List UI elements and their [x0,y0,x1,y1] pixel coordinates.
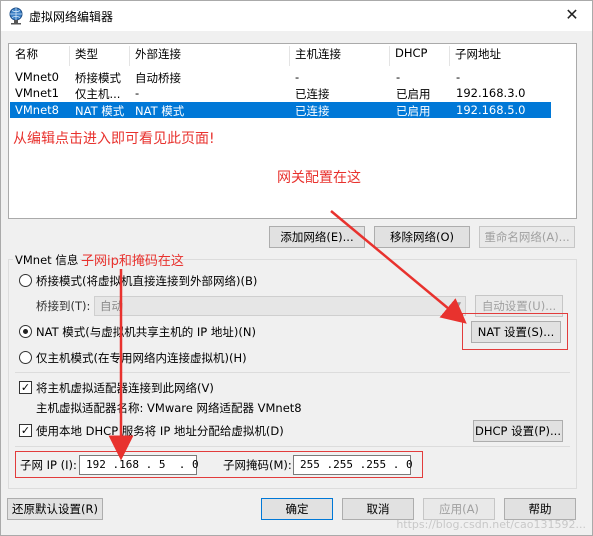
rename-network-button[interactable]: 重命名网络(A)... [479,226,575,248]
column-divider [69,46,70,66]
column-divider [449,46,450,66]
annotation-highlight-nat [462,313,568,350]
bridge-to-label: 桥接到(T): [36,299,91,313]
network-list[interactable]: 名称 类型 外部连接 主机连接 DHCP 子网地址 VMnet0 桥接模式 自动… [8,43,577,219]
annotation-gateway: 网关配置在这 [277,170,361,186]
subnet-ip-input[interactable]: 192 .168 . 5 . 0 [79,455,199,475]
apply-button[interactable]: 应用(A) [423,498,495,520]
row-external: 自动桥接 [135,71,181,85]
row-name: VMnet8 [15,103,59,117]
connect-adapter-checkbox[interactable]: ✓ [19,381,32,394]
column-header-name[interactable]: 名称 [15,46,38,62]
dhcp-settings-button[interactable]: DHCP 设置(P)... [473,420,563,442]
subnet-mask-label: 子网掩码(M): [223,458,292,472]
host-only-label[interactable]: 仅主机模式(在专用网络内连接虚拟机)(H) [36,350,247,366]
title-bar: 虚拟网络编辑器 ✕ [1,1,592,31]
bridge-to-value: 自动 [100,299,123,313]
bridge-mode-label[interactable]: 桥接模式(将虚拟机直接连接到外部网络)(B) [36,273,257,289]
use-dhcp-label[interactable]: 使用本地 DHCP 服务将 IP 地址分配给虚拟机(D) [36,423,284,439]
annotation-subnet-mask: 子网ip和掩码在这 [81,254,184,269]
connect-adapter-label[interactable]: 将主机虚拟适配器连接到此网络(V) [36,380,214,396]
column-header-host[interactable]: 主机连接 [295,46,341,62]
close-button[interactable]: ✕ [558,3,586,27]
watermark: https://blog.csdn.net/cao131592... [396,518,586,531]
row-dhcp: 已启用 [396,104,431,118]
nat-mode-radio[interactable] [19,325,32,338]
chevron-down-icon: ▼ [454,301,461,311]
close-icon: ✕ [565,5,579,24]
column-header-type[interactable]: 类型 [75,46,98,62]
vmnet-info-label: VMnet 信息 [13,252,81,268]
row-type: 桥接模式 [75,71,121,85]
divider [15,372,570,373]
subnet-mask-input[interactable]: 255 .255 .255 . 0 [293,455,413,475]
row-type: NAT 模式 [75,104,125,118]
table-row[interactable]: VMnet1 仅主机... - 已连接 已启用 192.168.3.0 [10,85,551,101]
row-subnet: - [456,70,461,84]
column-divider [129,46,130,66]
row-external: - [135,86,140,100]
column-header-external[interactable]: 外部连接 [135,46,181,62]
help-button[interactable]: 帮助 [504,498,576,520]
virtual-network-editor-window: 虚拟网络编辑器 ✕ 名称 类型 外部连接 主机连接 DHCP 子网地址 VMne… [0,0,593,536]
row-name: VMnet0 [15,70,59,84]
row-subnet: 192.168.3.0 [456,86,526,100]
row-name: VMnet1 [15,86,59,100]
adapter-name-text: 主机虚拟适配器名称: VMware 网络适配器 VMnet8 [36,401,302,415]
row-host: 已连接 [295,104,330,118]
use-dhcp-checkbox[interactable]: ✓ [19,424,32,437]
remove-network-button[interactable]: 移除网络(O) [374,226,470,248]
column-divider [389,46,390,66]
row-host: - [295,70,300,84]
bridge-mode-radio[interactable] [19,274,32,287]
subnet-ip-label: 子网 IP (I): [20,458,77,472]
row-external: NAT 模式 [135,104,185,118]
nat-mode-label[interactable]: NAT 模式(与虚拟机共享主机的 IP 地址)(N) [36,324,256,340]
row-dhcp: - [396,70,401,84]
divider [15,446,570,447]
restore-defaults-button[interactable]: 还原默认设置(R) [7,498,103,520]
column-divider [289,46,290,66]
table-row-selected[interactable]: VMnet8 NAT 模式 NAT 模式 已连接 已启用 192.168.5.0 [10,102,551,118]
annotation-open-from-edit: 从编辑点击进入即可看见此页面! [13,131,215,147]
ok-button[interactable]: 确定 [261,498,333,520]
bridge-to-select[interactable]: 自动 ▼ [94,296,466,316]
column-header-subnet[interactable]: 子网地址 [455,46,501,62]
row-host: 已连接 [295,87,330,101]
network-globe-icon [9,7,23,25]
table-row[interactable]: VMnet0 桥接模式 自动桥接 - - - [10,69,551,85]
window-title: 虚拟网络编辑器 [29,10,114,24]
row-subnet: 192.168.5.0 [456,103,526,117]
row-dhcp: 已启用 [396,87,431,101]
row-type: 仅主机... [75,87,121,101]
add-network-button[interactable]: 添加网络(E)... [269,226,365,248]
column-header-dhcp[interactable]: DHCP [395,46,427,60]
host-only-radio[interactable] [19,351,32,364]
cancel-button[interactable]: 取消 [342,498,414,520]
